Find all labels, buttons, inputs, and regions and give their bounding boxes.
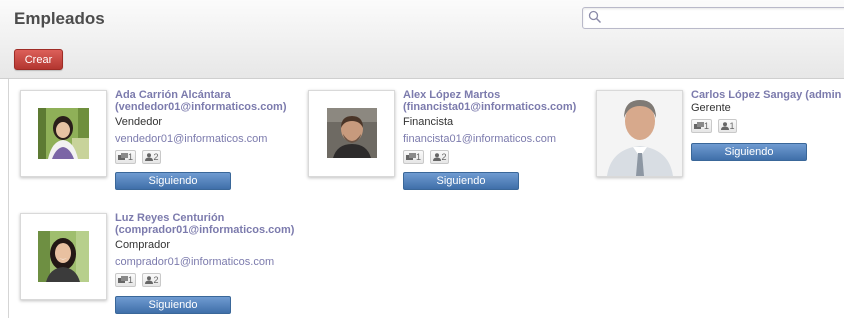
search-icon [588, 10, 602, 24]
employee-card[interactable]: Carlos López Sangay (admin Gerente 1 1 S… [596, 89, 844, 205]
followers-badge: 1 [718, 119, 738, 133]
messages-count: 1 [416, 152, 422, 162]
employee-job: Comprador [115, 239, 171, 251]
employee-card[interactable]: Ada Carrión Alcántara (vendedor01@inform… [20, 89, 300, 205]
search-input[interactable] [601, 9, 841, 25]
employee-name[interactable]: Luz Reyes Centurión [115, 212, 355, 224]
messages-icon [118, 153, 128, 160]
employee-email[interactable]: comprador01@informaticos.com [115, 256, 355, 268]
employee-name[interactable]: Carlos López Sangay (admin [691, 89, 844, 101]
search-box[interactable] [582, 7, 844, 29]
messages-icon [406, 153, 416, 160]
followers-badge: 2 [142, 273, 162, 287]
employee-job: Gerente [691, 102, 731, 114]
employee-card[interactable]: Luz Reyes Centurión (comprador01@informa… [20, 212, 300, 328]
employee-badges: 1 1 [691, 119, 844, 133]
employee-photo[interactable] [596, 90, 683, 177]
employee-card[interactable]: Alex López Martos (financista01@informat… [308, 89, 588, 205]
control-panel: Empleados Crear [0, 0, 844, 79]
employee-photo[interactable] [308, 90, 395, 177]
messages-count: 1 [128, 275, 134, 285]
messages-badge: 1 [115, 150, 137, 164]
employee-photo[interactable] [20, 213, 107, 300]
followers-count: 1 [729, 121, 735, 131]
followers-count: 2 [441, 152, 447, 162]
messages-icon [694, 122, 704, 129]
following-button[interactable]: Siguiendo [691, 143, 807, 161]
followers-count: 2 [153, 275, 159, 285]
create-button[interactable]: Crear [14, 49, 63, 70]
following-button[interactable]: Siguiendo [403, 172, 519, 190]
followers-badge: 2 [142, 150, 162, 164]
messages-badge: 1 [115, 273, 137, 287]
avatar [327, 108, 377, 158]
employee-info: Luz Reyes Centurión (comprador01@informa… [115, 212, 355, 287]
avatar [38, 231, 89, 282]
messages-count: 1 [128, 152, 134, 162]
messages-badge: 1 [403, 150, 425, 164]
left-border [8, 79, 9, 318]
messages-badge: 1 [691, 119, 713, 133]
avatar [597, 91, 682, 176]
employee-badges: 1 2 [115, 273, 355, 287]
messages-icon [118, 276, 128, 283]
followers-badge: 2 [430, 150, 450, 164]
messages-count: 1 [704, 121, 710, 131]
followers-count: 2 [153, 152, 159, 162]
employee-login[interactable]: (comprador01@informaticos.com) [115, 224, 355, 236]
following-button[interactable]: Siguiendo [115, 296, 231, 314]
avatar [38, 108, 89, 159]
page-title: Empleados [14, 9, 105, 28]
employee-photo[interactable] [20, 90, 107, 177]
employee-info: Carlos López Sangay (admin Gerente 1 1 [691, 89, 844, 133]
following-button[interactable]: Siguiendo [115, 172, 231, 190]
